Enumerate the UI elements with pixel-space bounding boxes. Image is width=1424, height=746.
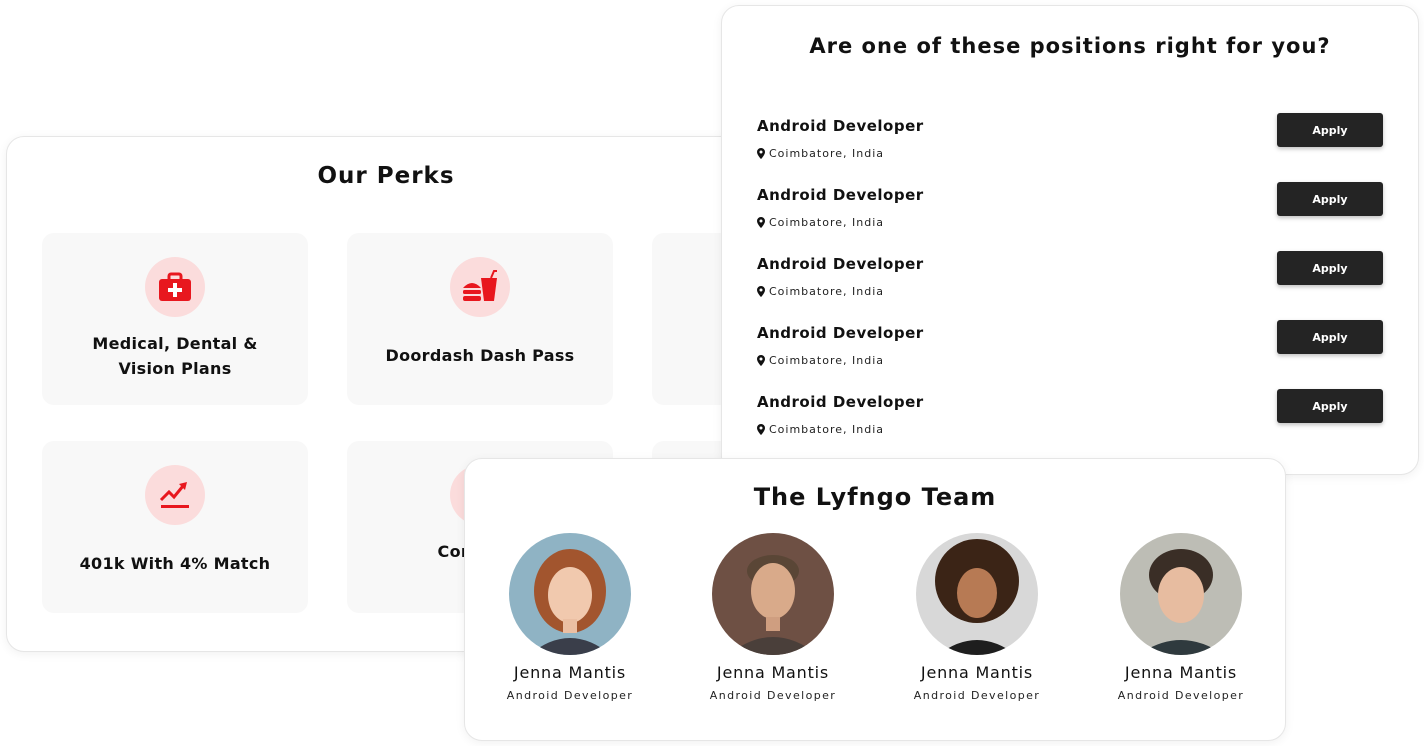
job-row: Android Developer Coimbatore, India Appl… bbox=[757, 113, 1383, 167]
avatar bbox=[916, 533, 1038, 655]
apply-button[interactable]: Apply bbox=[1277, 182, 1383, 216]
perk-label: Medical, Dental & Vision Plans bbox=[92, 334, 258, 378]
job-row: Android Developer Coimbatore, India Appl… bbox=[757, 251, 1383, 305]
member-role: Android Developer bbox=[506, 689, 634, 702]
avatar bbox=[712, 533, 834, 655]
job-title: Android Developer bbox=[757, 393, 924, 411]
team-member: Jenna Mantis Android Developer bbox=[475, 533, 665, 702]
apply-button[interactable]: Apply bbox=[1277, 389, 1383, 423]
member-role: Android Developer bbox=[1117, 689, 1245, 702]
location-pin-icon bbox=[757, 148, 765, 159]
food-drink-icon bbox=[450, 257, 510, 317]
apply-button[interactable]: Apply bbox=[1277, 251, 1383, 285]
avatar bbox=[1120, 533, 1242, 655]
perk-label: Doordash Dash Pass bbox=[385, 346, 575, 365]
perk-card-medical: Medical, Dental & Vision Plans bbox=[42, 233, 308, 405]
job-location: Coimbatore, India bbox=[757, 285, 884, 298]
team-member: Jenna Mantis Android Developer bbox=[882, 533, 1072, 702]
avatar bbox=[509, 533, 631, 655]
perk-label: 401k With 4% Match bbox=[79, 554, 271, 573]
job-location: Coimbatore, India bbox=[757, 354, 884, 367]
job-location: Coimbatore, India bbox=[757, 147, 884, 160]
apply-button[interactable]: Apply bbox=[1277, 320, 1383, 354]
team-title: The Lyfngo Team bbox=[753, 483, 997, 511]
positions-title: Are one of these positions right for you… bbox=[809, 34, 1331, 58]
perk-card-401k: 401k With 4% Match bbox=[42, 441, 308, 613]
member-role: Android Developer bbox=[913, 689, 1041, 702]
team-card: The Lyfngo Team Jenna Mantis Android Dev… bbox=[464, 458, 1286, 741]
member-name: Jenna Mantis bbox=[920, 663, 1034, 682]
location-pin-icon bbox=[757, 355, 765, 366]
job-row: Android Developer Coimbatore, India Appl… bbox=[757, 320, 1383, 374]
medical-kit-icon bbox=[145, 257, 205, 317]
location-pin-icon bbox=[757, 424, 765, 435]
chart-up-icon bbox=[145, 465, 205, 525]
member-name: Jenna Mantis bbox=[1124, 663, 1238, 682]
member-role: Android Developer bbox=[709, 689, 837, 702]
job-row: Android Developer Coimbatore, India Appl… bbox=[757, 182, 1383, 236]
team-member: Jenna Mantis Android Developer bbox=[678, 533, 868, 702]
job-title: Android Developer bbox=[757, 255, 924, 273]
job-row: Android Developer Coimbatore, India Appl… bbox=[757, 389, 1383, 443]
member-name: Jenna Mantis bbox=[513, 663, 627, 682]
location-pin-icon bbox=[757, 286, 765, 297]
apply-button[interactable]: Apply bbox=[1277, 113, 1383, 147]
member-name: Jenna Mantis bbox=[716, 663, 830, 682]
team-member: Jenna Mantis Android Developer bbox=[1086, 533, 1276, 702]
job-location: Coimbatore, India bbox=[757, 423, 884, 436]
job-title: Android Developer bbox=[757, 117, 924, 135]
job-location: Coimbatore, India bbox=[757, 216, 884, 229]
perks-title: Our Perks bbox=[317, 163, 455, 189]
perk-card-doordash: Doordash Dash Pass bbox=[347, 233, 613, 405]
location-pin-icon bbox=[757, 217, 765, 228]
job-title: Android Developer bbox=[757, 186, 924, 204]
job-title: Android Developer bbox=[757, 324, 924, 342]
positions-card: Are one of these positions right for you… bbox=[721, 5, 1419, 475]
